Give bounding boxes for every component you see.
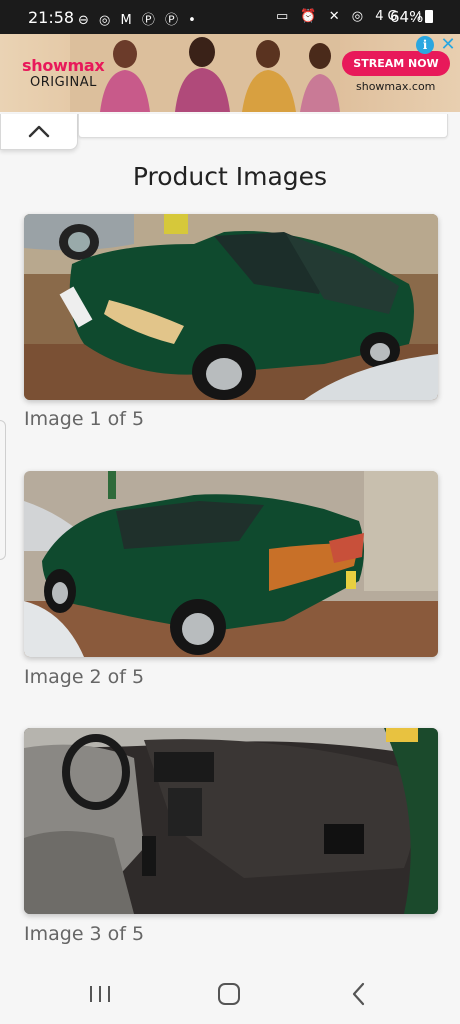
car-rear-photo: [24, 471, 438, 657]
ad-artwork: [70, 34, 340, 112]
android-nav-bar: [0, 962, 460, 1024]
battery-indicator: 64%: [390, 8, 434, 26]
image-caption-1: Image 1 of 5: [24, 408, 145, 430]
product-image-1[interactable]: [24, 214, 438, 400]
chevron-up-icon: [28, 125, 50, 138]
ad-banner[interactable]: showmax ORIGINAL STREAM NOW showmax.com …: [0, 34, 460, 112]
image-caption-3: Image 3 of 5: [24, 923, 145, 945]
product-image-2[interactable]: [24, 471, 438, 657]
home-icon[interactable]: [214, 980, 244, 1008]
product-image-3[interactable]: [24, 728, 438, 914]
ad-brand: showmax: [22, 56, 105, 75]
ad-close-icon[interactable]: ✕: [438, 35, 458, 55]
adchoices-icon[interactable]: i: [416, 36, 434, 54]
section-title: Product Images: [132, 162, 328, 191]
top-field[interactable]: [78, 114, 448, 138]
battery-icon: [425, 10, 434, 23]
status-bar: 21:58 ⊖ ◎ M Ⓟ Ⓟ • ▭ ⏰ ✕ ◎ 4G .ıl 64%: [0, 0, 460, 34]
battery-percent: 64%: [390, 8, 424, 26]
stream-now-button[interactable]: STREAM NOW: [342, 51, 450, 76]
ad-url[interactable]: showmax.com: [356, 80, 435, 93]
back-icon[interactable]: [344, 980, 374, 1008]
notification-icons: ⊖ ◎ M Ⓟ Ⓟ •: [78, 13, 199, 28]
car-interior-photo: [24, 728, 438, 914]
side-drawer-handle[interactable]: [0, 420, 6, 560]
car-front-photo: [24, 214, 438, 400]
collapse-button[interactable]: [0, 114, 78, 150]
recent-apps-icon[interactable]: [85, 980, 115, 1008]
status-time: 21:58: [28, 8, 75, 27]
image-caption-2: Image 2 of 5: [24, 666, 145, 688]
ad-brand-sub: ORIGINAL: [30, 75, 97, 90]
